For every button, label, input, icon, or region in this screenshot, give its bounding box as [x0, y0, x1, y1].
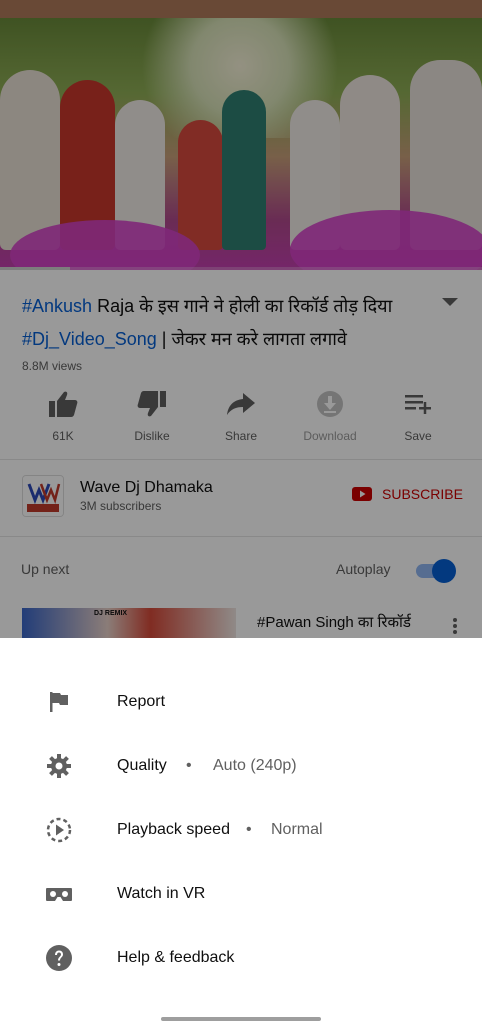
- options-bottom-sheet: Report Quality • Auto (240p) Playback sp…: [0, 638, 482, 1024]
- speed-value: Normal: [271, 821, 323, 838]
- vr-headset-icon: [46, 888, 72, 901]
- menu-item-help-feedback[interactable]: Help & feedback: [0, 932, 482, 984]
- menu-item-report[interactable]: Report: [0, 676, 482, 728]
- menu-item-label: Watch in VR: [117, 885, 206, 902]
- menu-item-label: Report: [117, 693, 166, 710]
- menu-item-playback-speed[interactable]: Playback speed • Normal: [0, 804, 482, 856]
- flag-icon: [50, 692, 68, 712]
- home-indicator[interactable]: [161, 1017, 321, 1021]
- help-icon: [46, 945, 72, 971]
- menu-item-quality[interactable]: Quality • Auto (240p): [0, 740, 482, 792]
- separator-dot: •: [186, 757, 192, 774]
- gear-icon: [47, 754, 71, 778]
- quality-value: Auto (240p): [213, 757, 297, 774]
- menu-item-label: Quality: [117, 757, 167, 774]
- menu-item-label: Playback speed: [117, 821, 230, 838]
- separator-dot: •: [246, 821, 252, 838]
- playback-speed-icon: [46, 817, 72, 843]
- scrim-overlay[interactable]: [0, 0, 482, 638]
- menu-item-label: Help & feedback: [117, 949, 235, 966]
- menu-item-watch-in-vr[interactable]: Watch in VR: [0, 868, 482, 920]
